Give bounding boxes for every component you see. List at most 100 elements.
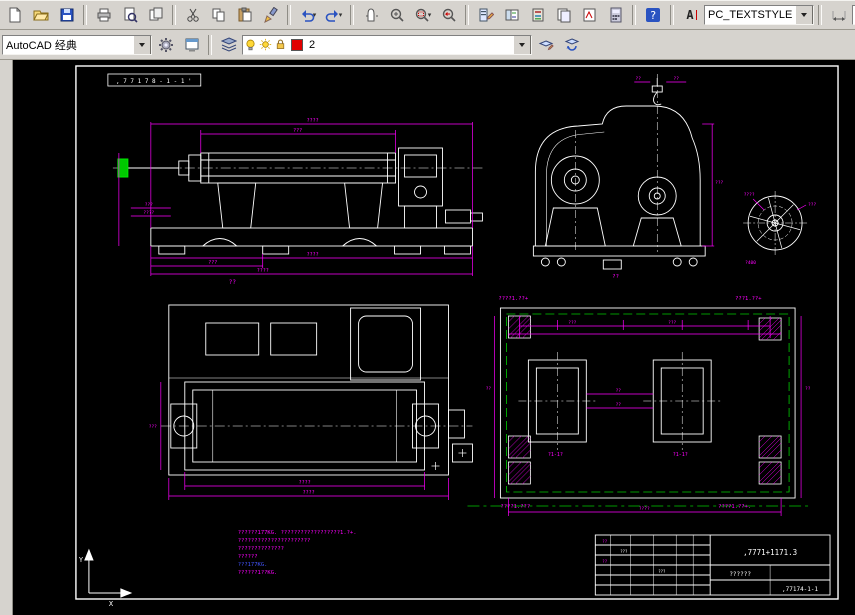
wheel-detail-view: ???? ??? ?400: [743, 191, 816, 266]
zoom-previous-magnifier-icon: [441, 7, 457, 23]
title-cell: ??: [602, 539, 607, 544]
ucs-x-label: X: [109, 600, 114, 608]
zoom-previous-button[interactable]: [436, 2, 461, 28]
drawing-canvas[interactable]: , 7 7 1 7 8 - 1 - 1 ' ???? ??? ??? ???? …: [13, 60, 855, 615]
layers-toolbar: AutoCAD 经典 2: [0, 30, 855, 60]
dim-label: ???: [808, 202, 816, 208]
chevron-down-icon[interactable]: [513, 35, 531, 54]
layer-combo[interactable]: 2: [242, 34, 532, 55]
clipboard-icon: [237, 7, 253, 23]
workspace-combo[interactable]: AutoCAD 经典: [2, 34, 152, 55]
workspace-window-icon: [184, 37, 200, 53]
view-label: ??: [612, 274, 619, 280]
designcenter-button[interactable]: [499, 2, 524, 28]
notes-text: ??????177KG. ??????????????????1.?+. ???…: [238, 530, 357, 576]
match-properties-button[interactable]: [258, 2, 283, 28]
toolbar-separator: [287, 5, 291, 25]
side-view-dimensions: [118, 122, 473, 276]
copy-button[interactable]: [206, 2, 231, 28]
dim-label: ??: [486, 386, 492, 392]
scissors-icon: [185, 7, 201, 23]
save-button[interactable]: [54, 2, 79, 28]
dim-label: ????: [307, 252, 319, 258]
sheetset-icon: [556, 7, 572, 23]
cut-button[interactable]: [180, 2, 205, 28]
note-line: ??????????????????????: [238, 538, 311, 544]
dim-label: ??: [674, 76, 680, 82]
layer-name: 2: [309, 38, 316, 51]
designcenter-palette-icon: [504, 7, 520, 23]
text-style-a-icon: A: [683, 7, 699, 23]
docked-toolbar-strip: [0, 60, 13, 615]
brush-icon: [263, 7, 279, 23]
standard-toolbar-buttons: ▾ ▾ ▾?: [2, 2, 665, 28]
svg-text:?: ?: [649, 9, 656, 22]
dim-label: ??: [805, 386, 811, 392]
chevron-down-icon[interactable]: [133, 35, 151, 54]
text-style-button[interactable]: A: [678, 2, 703, 28]
flyout-arrow-icon[interactable]: ▾: [428, 11, 432, 19]
workspace-value: AutoCAD 经典: [6, 39, 77, 52]
properties-button[interactable]: [473, 2, 498, 28]
sheetset-manager-button[interactable]: [551, 2, 576, 28]
dim-label: ???: [568, 320, 576, 326]
dim-style-icon: [831, 7, 847, 23]
plot-button[interactable]: [91, 2, 116, 28]
zoom-magnifier-icon: [389, 7, 405, 23]
note-line: ??????1??KG.: [238, 570, 278, 576]
section-label: ?1-1?: [548, 452, 563, 458]
tool-palettes-button[interactable]: [525, 2, 550, 28]
title-cell: ???: [620, 549, 628, 554]
chevron-down-icon[interactable]: [795, 6, 813, 24]
dim-label: ????: [303, 490, 315, 496]
markup-set-manager-button[interactable]: [577, 2, 602, 28]
workspace-settings-button[interactable]: [153, 32, 178, 57]
qnew-button[interactable]: [2, 2, 27, 28]
open-button[interactable]: [28, 2, 53, 28]
flyout-arrow-icon[interactable]: ▾: [339, 11, 343, 19]
tool-palettes-icon: [530, 7, 546, 23]
title-cell: ???: [658, 569, 666, 574]
printer-icon: [96, 7, 112, 23]
publish-button[interactable]: [143, 2, 168, 28]
dim-label: ??: [616, 388, 622, 394]
undo-button[interactable]: ▾: [295, 2, 320, 28]
layer-lock-icon[interactable]: [274, 38, 287, 51]
toolbar-separator: [172, 5, 176, 25]
workspace-save-button[interactable]: [179, 32, 204, 57]
zoom-realtime-button[interactable]: [384, 2, 409, 28]
layer-on-bulb-icon[interactable]: [244, 38, 257, 51]
note-line: ??????: [238, 554, 258, 560]
anchor-pad: [508, 461, 531, 485]
zoom-window-button[interactable]: ▾: [410, 2, 435, 28]
plot-preview-button[interactable]: [117, 2, 142, 28]
layer-freeze-sun-icon[interactable]: [259, 38, 272, 51]
dim-style-button[interactable]: [826, 2, 851, 28]
title-cell: ??: [602, 559, 607, 564]
workspace-buttons: [153, 32, 204, 57]
layer-properties-button[interactable]: [216, 32, 241, 57]
anchor-pad: [508, 435, 531, 459]
note-line: ???177KG.: [238, 562, 268, 568]
pan-realtime-button[interactable]: [358, 2, 383, 28]
help-button[interactable]: ?: [640, 2, 665, 28]
redo-button[interactable]: ▾: [321, 2, 346, 28]
toolbar-separator: [465, 5, 469, 25]
quickcalc-button[interactable]: [603, 2, 628, 28]
layer-previous-button[interactable]: [559, 32, 584, 57]
autocad-window: ▾▾▾? A PC_TEXTSTYLE TH_GBDI AutoCAD 经典: [0, 0, 855, 615]
paste-button[interactable]: [232, 2, 257, 28]
foundation-dimensions: [494, 316, 802, 516]
toolbar-separator: [818, 5, 822, 25]
dim-label: ???: [208, 260, 217, 266]
dim-label: ????: [299, 480, 311, 486]
cad-drawing: , 7 7 1 7 8 - 1 - 1 ' ???? ??? ??? ???? …: [75, 65, 839, 608]
pan-hand-icon: [363, 7, 379, 23]
toolbar-separator: [83, 5, 87, 25]
dim-label: ???: [715, 180, 723, 186]
layer-color-swatch[interactable]: [291, 38, 303, 51]
flyout-arrow-icon[interactable]: ▾: [313, 11, 317, 19]
frame-number-label: , 7 7 1 7 8 - 1 - 1 ': [116, 78, 192, 85]
text-style-combo[interactable]: PC_TEXTSTYLE: [704, 5, 814, 25]
make-object-layer-current-button[interactable]: [533, 32, 558, 57]
